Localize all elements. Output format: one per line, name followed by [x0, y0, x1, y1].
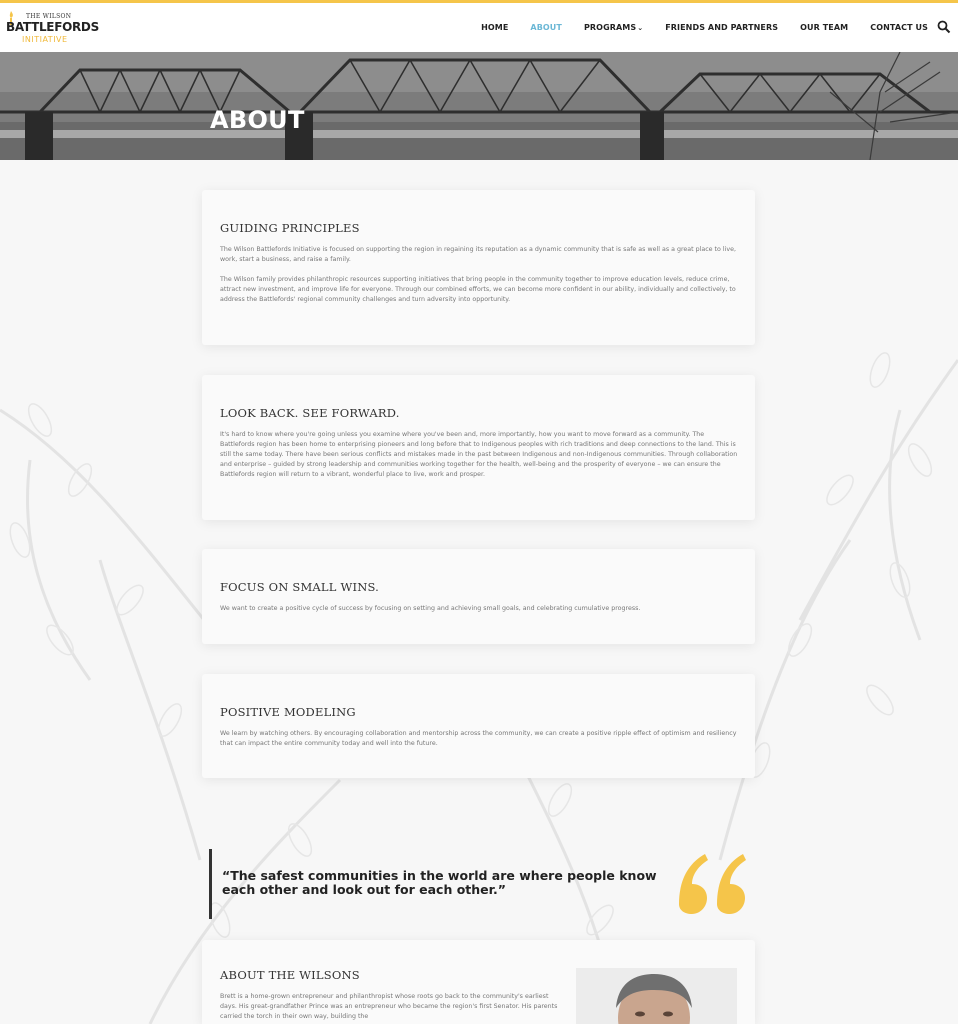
- section-paragraph: It's hard to know where you're going unl…: [220, 431, 738, 478]
- quote-bar: [209, 849, 212, 919]
- portrait-photo: [576, 968, 737, 1024]
- site-header: THE WILSON BATTLEFORDS INITIATIVE HOME A…: [0, 3, 958, 52]
- hero-banner: ABOUT: [0, 52, 958, 160]
- section-paragraph: The Wilson Battlefords Initiative is foc…: [220, 246, 736, 263]
- section-paragraph: We learn by watching others. By encourag…: [220, 730, 737, 747]
- nav-item-contact-us[interactable]: CONTACT US: [870, 23, 928, 32]
- chevron-down-icon: ⌄: [637, 24, 644, 32]
- section-paragraph: Brett is a home-grown entrepreneur and p…: [220, 993, 558, 1020]
- logo-small-text: THE WILSON: [26, 13, 72, 20]
- section-title: GUIDING PRINCIPLES: [220, 221, 360, 235]
- section-title: LOOK BACK. SEE FORWARD.: [220, 406, 400, 420]
- guiding-principles-card: GUIDING PRINCIPLES The Wilson Battleford…: [202, 190, 755, 345]
- logo-sub-text: INITIATIVE: [22, 35, 68, 44]
- look-back-card: LOOK BACK. SEE FORWARD. It's hard to kno…: [202, 375, 755, 520]
- nav-item-programs[interactable]: PROGRAMS⌄: [584, 23, 643, 32]
- section-paragraph: We want to create a positive cycle of su…: [220, 605, 641, 612]
- positive-modeling-card: POSITIVE MODELING We learn by watching o…: [202, 674, 755, 778]
- page-title: ABOUT: [210, 106, 305, 134]
- site-logo[interactable]: THE WILSON BATTLEFORDS INITIATIVE: [6, 11, 99, 47]
- section-paragraph: The Wilson family provides philanthropic…: [220, 276, 736, 303]
- nav-item-programs-label: PROGRAMS: [583, 23, 637, 32]
- pull-quote: “The safest communities in the world are…: [222, 868, 657, 897]
- person-avatar-image: [576, 968, 737, 1024]
- nav-item-about[interactable]: ABOUT: [530, 23, 562, 32]
- nav-item-home[interactable]: HOME: [481, 23, 508, 32]
- main-nav: HOME ABOUT PROGRAMS⌄ FRIENDS AND PARTNER…: [459, 3, 928, 52]
- bridge-image: [0, 52, 958, 160]
- nav-item-our-team[interactable]: OUR TEAM: [800, 23, 848, 32]
- logo-main-text: BATTLEFORDS: [6, 20, 99, 34]
- small-wins-card: FOCUS ON SMALL WINS. We want to create a…: [202, 549, 755, 644]
- search-icon[interactable]: [937, 20, 951, 34]
- quote-mark-icon: [679, 854, 746, 914]
- section-title: FOCUS ON SMALL WINS.: [220, 580, 380, 594]
- section-title: POSITIVE MODELING: [220, 705, 356, 719]
- nav-item-friends-and-partners[interactable]: FRIENDS AND PARTNERS: [665, 23, 778, 32]
- section-title: ABOUT THE WILSONS: [220, 968, 360, 982]
